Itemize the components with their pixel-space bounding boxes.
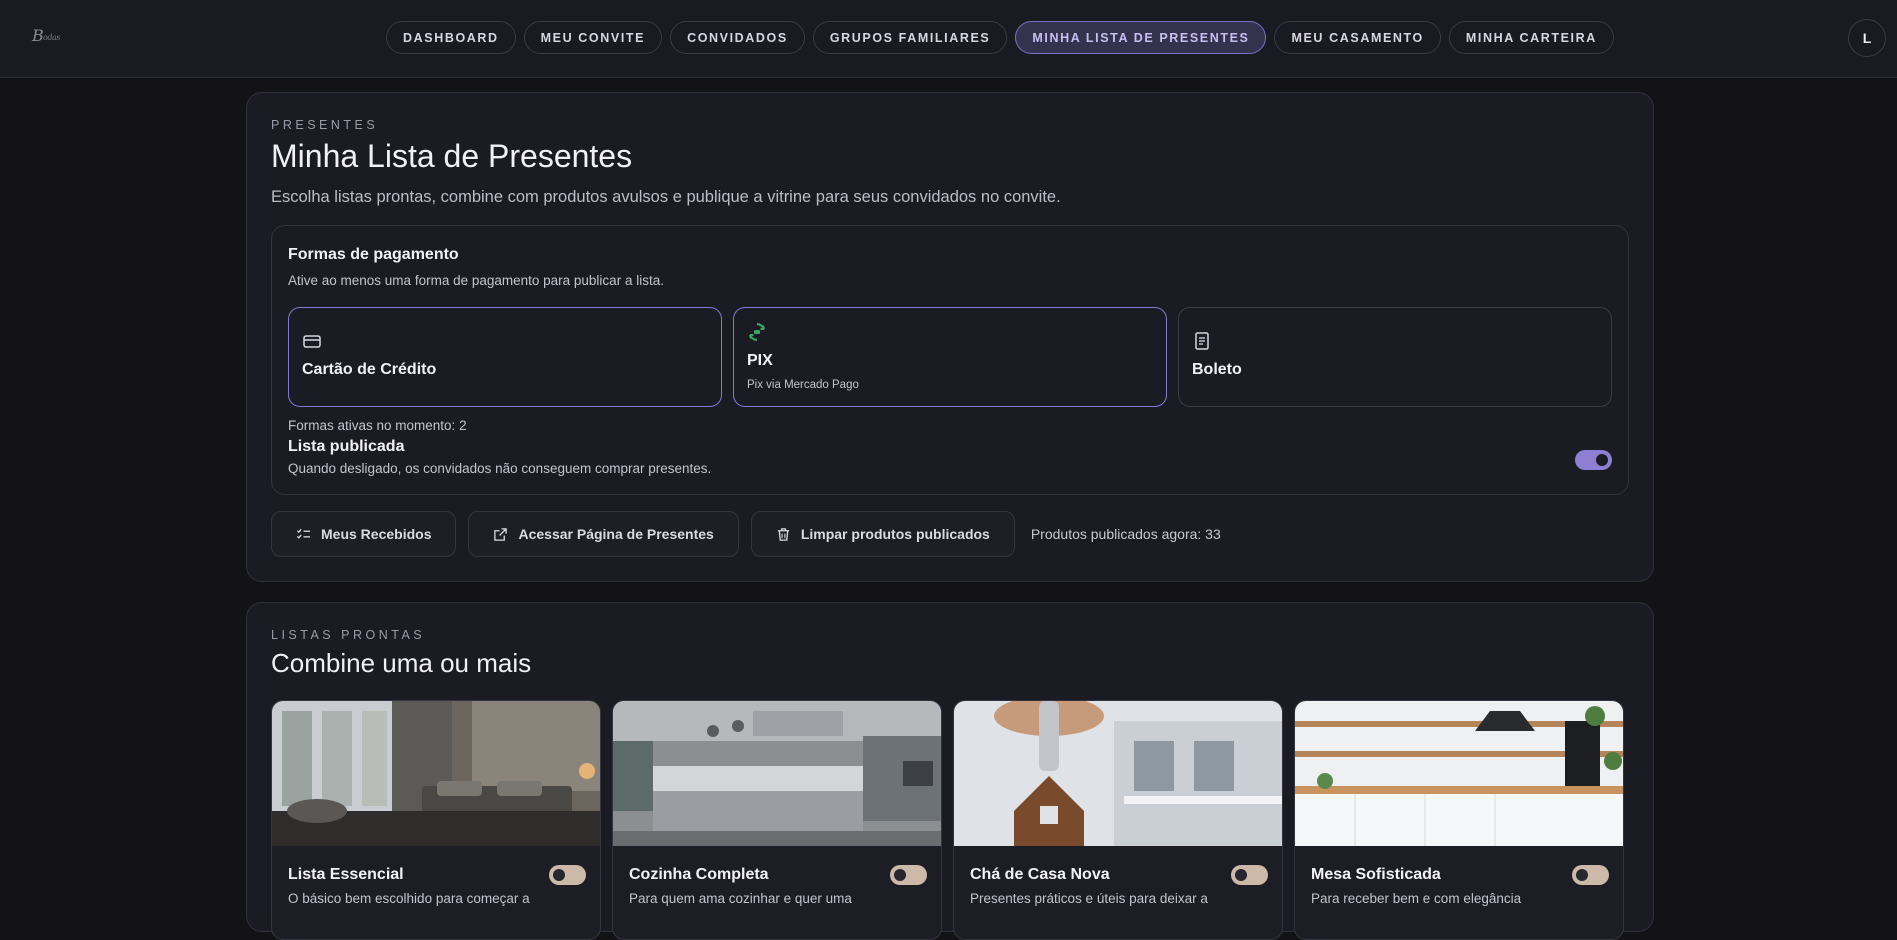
checklist-icon <box>296 528 311 539</box>
nav-meu-convite[interactable]: MEU CONVITE <box>523 21 663 54</box>
section-eyebrow: PRESENTES <box>271 118 379 132</box>
payment-methods-box: Formas de pagamento Ative ao menos uma f… <box>271 225 1629 495</box>
trash-icon <box>777 527 789 541</box>
section-title: Combine uma ou mais <box>271 648 532 678</box>
nav-grupos-familiares[interactable]: GRUPOS FAMILIARES <box>812 21 1008 54</box>
published-title: Lista publicada <box>288 438 405 455</box>
payment-name: Cartão de Crédito <box>302 361 437 378</box>
nav-dashboard[interactable]: DASHBOARD <box>386 21 516 54</box>
bedroom-image <box>272 701 600 846</box>
gifts-panel: PRESENTES Minha Lista de Presentes Escol… <box>246 92 1654 582</box>
nav-convidados[interactable]: CONVIDADOS <box>670 21 805 54</box>
list-desc: O básico bem escolhido para começar a <box>288 891 530 906</box>
list-title: Mesa Sofisticada <box>1311 866 1441 883</box>
publish-list-toggle[interactable] <box>1575 450 1612 470</box>
list-card-mesa-sofisticada[interactable]: Mesa Sofisticada Para receber bem e com … <box>1294 700 1624 940</box>
external-link-icon <box>494 527 508 541</box>
payment-card-pix[interactable]: PIX Pix via Mercado Pago <box>733 307 1167 407</box>
list-title: Lista Essencial <box>288 866 404 883</box>
logo-mark-icon: B odas <box>31 26 61 45</box>
list-desc: Para quem ama cozinhar e quer uma <box>629 891 852 906</box>
toggle-knob <box>894 869 906 881</box>
payment-card-boleto[interactable]: Boleto <box>1178 307 1612 407</box>
list-toggle[interactable] <box>1572 865 1609 885</box>
toggle-knob <box>1596 454 1608 466</box>
gift-actions: Meus Recebidos Acessar Página de Present… <box>271 511 1221 557</box>
list-desc: Para receber bem e com elegância <box>1311 891 1522 906</box>
page-subtitle: Escolha listas prontas, combine com prod… <box>271 188 1061 206</box>
button-label: Limpar produtos publicados <box>800 526 990 542</box>
toggle-knob <box>1576 869 1588 881</box>
payment-subtitle: Ative ao menos uma forma de pagamento pa… <box>288 273 664 288</box>
house-keys-image <box>954 701 1282 846</box>
button-label: Acessar Página de Presentes <box>518 526 714 542</box>
list-title: Chá de Casa Nova <box>970 866 1110 883</box>
toggle-knob <box>1235 869 1247 881</box>
list-toggle[interactable] <box>549 865 586 885</box>
white-kitchen-image <box>1295 701 1623 846</box>
pix-icon <box>747 322 767 342</box>
open-gifts-page-button[interactable]: Acessar Página de Presentes <box>468 511 739 557</box>
list-card-cozinha[interactable]: Cozinha Completa Para quem ama cozinhar … <box>612 700 942 940</box>
payment-card-credit[interactable]: Cartão de Crédito <box>288 307 722 407</box>
list-card-casa-nova[interactable]: Chá de Casa Nova Presentes práticos e út… <box>953 700 1283 940</box>
active-methods-count: Formas ativas no momento: 2 <box>288 418 467 433</box>
main-nav: DASHBOARD MEU CONVITE CONVIDADOS GRUPOS … <box>386 21 1614 54</box>
nav-minha-lista-de-presentes[interactable]: MINHA LISTA DE PRESENTES <box>1015 21 1267 54</box>
nav-meu-casamento[interactable]: MEU CASAMENTO <box>1274 21 1441 54</box>
list-toggle[interactable] <box>890 865 927 885</box>
credit-card-icon <box>302 331 322 351</box>
payment-desc: Pix via Mercado Pago <box>747 379 859 391</box>
ready-lists-panel: LISTAS PRONTAS Combine uma ou mais Lista… <box>246 602 1654 940</box>
list-card-essencial[interactable]: Lista Essencial O básico bem escolhido p… <box>271 700 601 940</box>
user-avatar[interactable]: L <box>1848 19 1886 57</box>
section-eyebrow: LISTAS PRONTAS <box>271 628 426 642</box>
published-count: Produtos publicados agora: 33 <box>1030 526 1221 542</box>
top-navbar: B odas DASHBOARD MEU CONVITE CONVIDADOS … <box>0 0 1897 78</box>
list-title: Cozinha Completa <box>629 866 769 883</box>
kitchen-image <box>613 701 941 846</box>
boleto-icon <box>1192 331 1212 351</box>
ready-lists: Lista Essencial O básico bem escolhido p… <box>271 700 1624 940</box>
payment-name: PIX <box>747 352 773 369</box>
list-desc: Presentes práticos e úteis para deixar a <box>970 891 1208 906</box>
list-toggle[interactable] <box>1231 865 1268 885</box>
button-label: Meus Recebidos <box>321 526 432 542</box>
clear-published-button[interactable]: Limpar produtos publicados <box>750 511 1015 557</box>
nav-minha-carteira[interactable]: MINHA CARTEIRA <box>1448 21 1614 54</box>
page-title: Minha Lista de Presentes <box>271 138 633 174</box>
toggle-knob <box>553 869 565 881</box>
svg-text:odas: odas <box>43 33 60 42</box>
my-received-button[interactable]: Meus Recebidos <box>271 511 457 557</box>
payment-name: Boleto <box>1192 361 1242 378</box>
app-logo[interactable]: B odas <box>30 24 74 48</box>
published-subtitle: Quando desligado, os convidados não cons… <box>288 461 712 476</box>
payment-title: Formas de pagamento <box>288 246 459 263</box>
